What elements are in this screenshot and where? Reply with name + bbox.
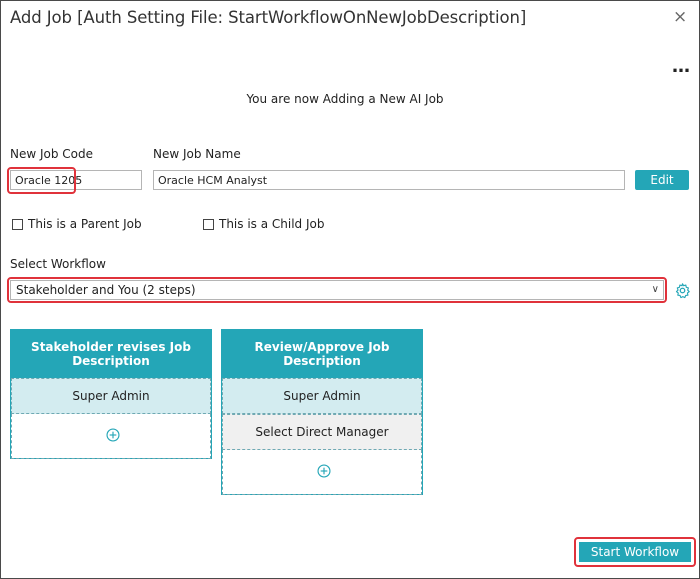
- close-icon[interactable]: ×: [673, 7, 687, 27]
- parent-job-label: This is a Parent Job: [28, 217, 142, 231]
- card-1-add-area: [11, 414, 211, 459]
- dialog-title: Add Job [Auth Setting File: StartWorkflo…: [10, 8, 527, 27]
- child-job-checkbox[interactable]: [203, 219, 214, 230]
- workflow-select[interactable]: Stakeholder and You (2 steps) ∨: [10, 280, 664, 300]
- card-2-step-1[interactable]: Super Admin: [222, 378, 422, 414]
- card-2-title: Review/Approve Job Description: [222, 330, 422, 378]
- job-name-label: New Job Name: [153, 147, 241, 161]
- job-code-input[interactable]: Oracle 1205: [10, 170, 142, 190]
- edit-button[interactable]: Edit: [635, 170, 689, 190]
- card-1-step-1[interactable]: Super Admin: [11, 378, 211, 414]
- chevron-down-icon: ∨: [651, 284, 659, 295]
- card-2-step-2[interactable]: Select Direct Manager: [222, 414, 422, 450]
- add-step-icon[interactable]: [317, 464, 331, 478]
- workflow-card-1: Stakeholder revises Job Description Supe…: [10, 329, 212, 459]
- workflow-label: Select Workflow: [10, 257, 106, 271]
- job-code-label: New Job Code: [10, 147, 94, 161]
- child-job-label: This is a Child Job: [219, 217, 325, 231]
- card-2-add-area: [222, 450, 422, 495]
- job-name-input[interactable]: Oracle HCM Analyst: [153, 170, 625, 190]
- card-1-title: Stakeholder revises Job Description: [11, 330, 211, 378]
- parent-job-checkbox[interactable]: [12, 219, 23, 230]
- add-step-icon[interactable]: [106, 428, 120, 442]
- page-subtitle: You are now Adding a New AI Job: [246, 92, 444, 106]
- start-workflow-button[interactable]: Start Workflow: [579, 542, 691, 562]
- workflow-card-2: Review/Approve Job Description Super Adm…: [221, 329, 423, 495]
- workflow-select-value: Stakeholder and You (2 steps): [16, 283, 196, 297]
- gear-icon[interactable]: [674, 282, 691, 299]
- more-options-icon[interactable]: …: [672, 58, 690, 76]
